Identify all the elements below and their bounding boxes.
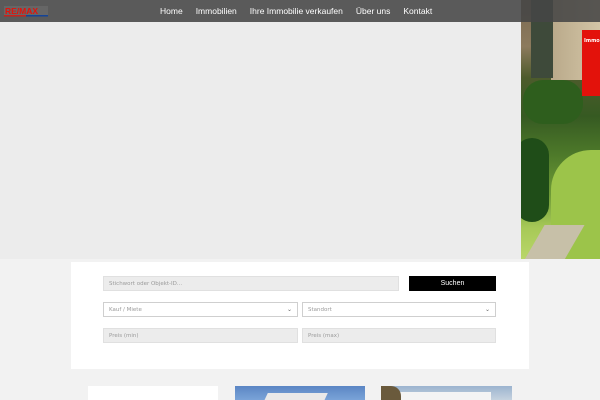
nav-home[interactable]: Home xyxy=(160,6,183,16)
photo-hedge xyxy=(523,80,583,124)
price-max-placeholder: Preis (max) xyxy=(308,332,340,339)
price-max-input[interactable]: Preis (max) xyxy=(302,328,496,343)
listing-photo xyxy=(262,393,328,400)
hero-banner: Immo xyxy=(0,0,600,259)
listing-card-1[interactable] xyxy=(88,386,218,400)
keyword-input[interactable]: Stichwort oder Objekt-ID... xyxy=(103,276,399,291)
chevron-down-icon: ⌄ xyxy=(484,306,490,313)
location-select-value: Standort xyxy=(308,306,332,313)
type-select[interactable]: Kauf / Miete ⌄ xyxy=(103,302,298,317)
svg-text:RE/MAX: RE/MAX xyxy=(5,6,38,16)
nav-immobilien[interactable]: Immobilien xyxy=(196,6,237,16)
listing-photo-tree xyxy=(381,386,401,400)
listing-card-2[interactable] xyxy=(235,386,365,400)
nav-ueber-uns[interactable]: Über uns xyxy=(356,6,391,16)
promo-tab[interactable]: Immo xyxy=(582,30,600,96)
listing-photo xyxy=(391,392,491,400)
nav-verkaufen[interactable]: Ihre Immobilie verkaufen xyxy=(250,6,343,16)
page: Immo RE/MAX Home Immobilien Ihre Immobil… xyxy=(0,0,600,400)
listing-card-3[interactable] xyxy=(381,386,512,400)
photo-hedge xyxy=(521,138,549,222)
price-min-input[interactable]: Preis (min) xyxy=(103,328,298,343)
chevron-down-icon: ⌄ xyxy=(286,306,292,313)
top-navbar: RE/MAX Home Immobilien Ihre Immobilie ve… xyxy=(0,0,600,22)
main-nav: Home Immobilien Ihre Immobilie verkaufen… xyxy=(160,0,445,22)
search-button[interactable]: Suchen xyxy=(409,276,496,291)
location-select[interactable]: Standort ⌄ xyxy=(302,302,496,317)
nav-kontakt[interactable]: Kontakt xyxy=(403,6,432,16)
type-select-value: Kauf / Miete xyxy=(109,306,142,313)
price-min-placeholder: Preis (min) xyxy=(109,332,139,339)
keyword-placeholder: Stichwort oder Objekt-ID... xyxy=(109,280,183,287)
property-search-form: Stichwort oder Objekt-ID... Suchen Kauf … xyxy=(71,262,529,369)
remax-logo-icon[interactable]: RE/MAX xyxy=(4,5,48,17)
